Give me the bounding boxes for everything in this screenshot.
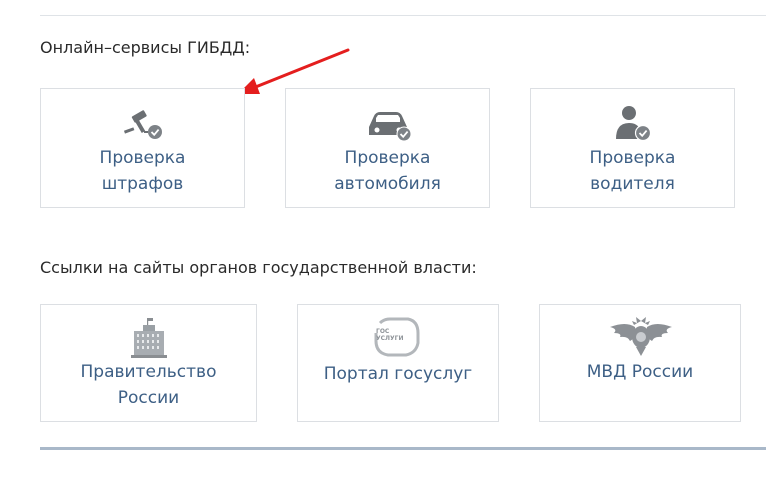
online-services-heading: Онлайн–сервисы ГИБДД: bbox=[40, 38, 251, 57]
gosuslugi-portal-label: Портал госуслуг bbox=[323, 364, 473, 384]
top-divider bbox=[40, 15, 766, 16]
person-check-icon bbox=[616, 106, 652, 142]
mvd-russia-card[interactable]: МВД России bbox=[539, 304, 741, 422]
gosuslugi-logo-text-bottom: УСЛУГИ bbox=[376, 335, 403, 342]
driver-check-label: Проверка водителя bbox=[589, 148, 676, 194]
mvd-eagle-emblem-icon bbox=[610, 317, 672, 356]
driver-check-card[interactable]: Проверка водителя bbox=[530, 88, 735, 208]
car-check-icon bbox=[369, 112, 412, 141]
government-russia-label: Правительство России bbox=[80, 362, 217, 408]
gavel-check-icon bbox=[124, 110, 162, 139]
bottom-accent-line bbox=[40, 447, 766, 450]
gosuslugi-portal-card[interactable]: ГОС УСЛУГИ Портал госуслуг bbox=[297, 304, 499, 422]
government-building-icon bbox=[131, 318, 167, 358]
gosuslugi-logo-icon: ГОС УСЛУГИ bbox=[374, 317, 420, 357]
government-links-heading: Ссылки на сайты органов государственной … bbox=[40, 258, 477, 277]
fines-check-label: Проверка штрафов bbox=[99, 148, 186, 194]
vehicle-check-label: Проверка автомобиля bbox=[334, 148, 441, 194]
gosuslugi-logo-text-top: ГОС bbox=[376, 328, 390, 335]
fines-check-card[interactable]: Проверка штрафов bbox=[40, 88, 245, 208]
mvd-russia-label: МВД России bbox=[586, 362, 694, 382]
vehicle-check-card[interactable]: Проверка автомобиля bbox=[285, 88, 490, 208]
government-russia-card[interactable]: Правительство России bbox=[40, 304, 257, 422]
